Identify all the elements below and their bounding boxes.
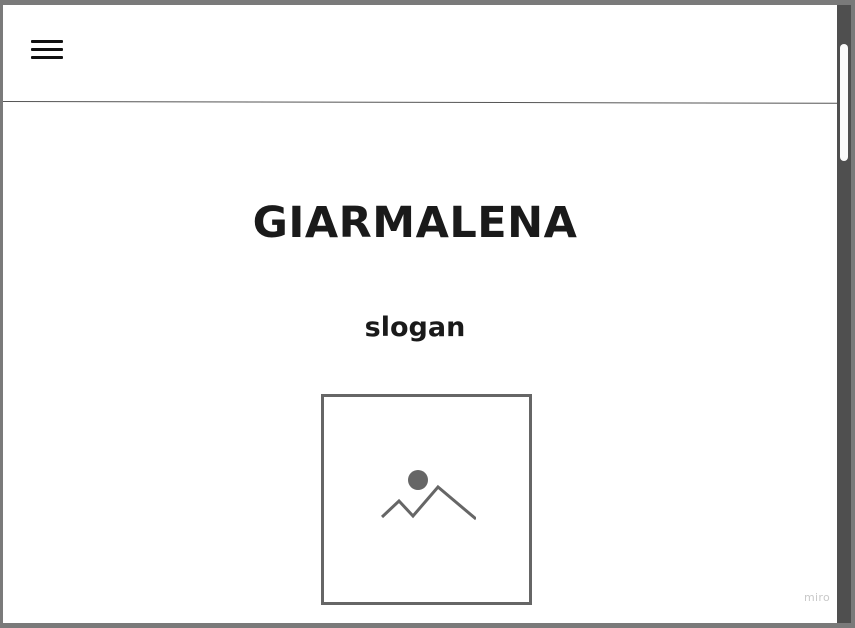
menu-line — [31, 56, 63, 59]
menu-line — [31, 40, 63, 43]
image-placeholder — [321, 394, 532, 605]
image-placeholder-icon — [380, 470, 476, 521]
scrollbar-thumb[interactable] — [840, 44, 848, 161]
hamburger-menu-icon[interactable] — [31, 40, 63, 62]
slogan-text: slogan — [364, 312, 466, 343]
miro-watermark: miro — [804, 591, 830, 604]
site-header — [3, 5, 837, 102]
browser-frame: GIARMALENA slogan miro — [0, 0, 855, 628]
brand-title: GIARMALENA — [252, 198, 578, 248]
page-viewport: GIARMALENA slogan miro — [3, 5, 837, 623]
menu-line — [31, 48, 63, 51]
